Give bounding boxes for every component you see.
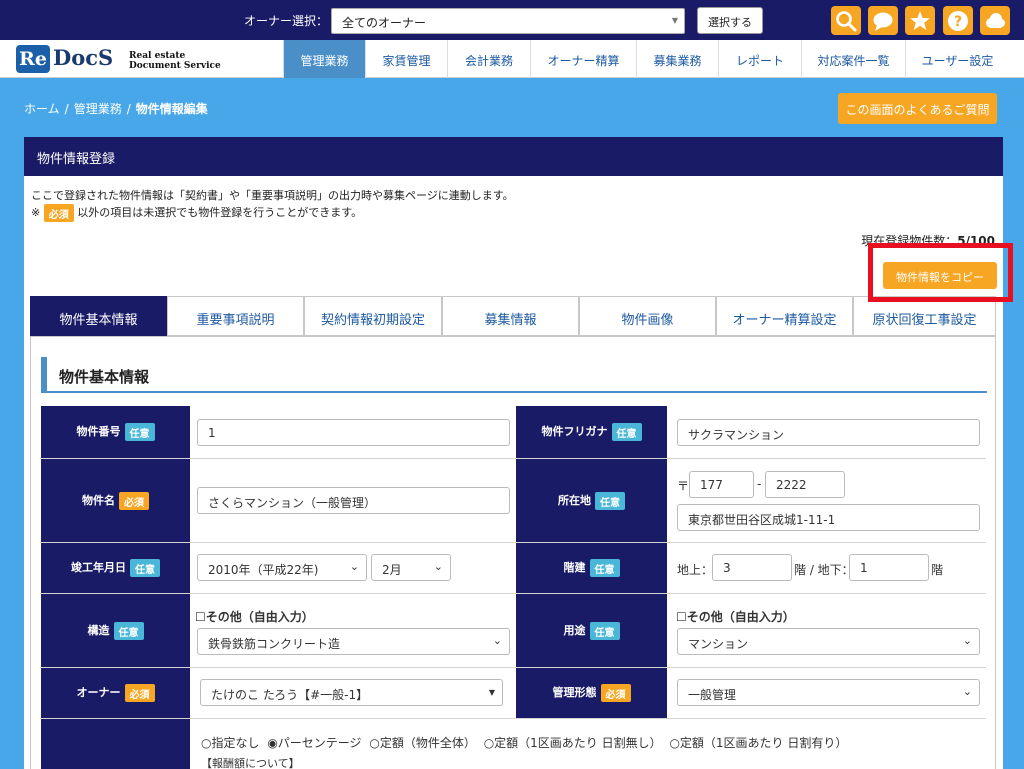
breadcrumb: ホーム / 管理業務 / 物件情報編集 [24, 102, 208, 116]
main-nav: Re DocS Real estate Document Service 管理業… [0, 40, 1024, 78]
label-built-date: 竣工年月日 任意 [41, 543, 190, 593]
postal-code-1-input[interactable]: 177 [689, 471, 754, 498]
section-title: 物件基本情報 [41, 357, 987, 393]
fee-note: 【報酬額について】 [201, 757, 300, 769]
chevron-down-icon: ⌄ [349, 560, 359, 573]
property-name-input[interactable]: さくらマンション（一般管理） [197, 487, 510, 514]
radio-fixed-total[interactable]: ○定額（物件全体） [369, 736, 475, 750]
chevron-down-icon: ▼ [671, 16, 678, 25]
owner-select[interactable]: 全てのオーナー ▼ [331, 8, 685, 34]
panel-note: ※ 必須 以外の項目は未選択でも物件登録を行うことができます。 [31, 204, 363, 222]
floors-below-input[interactable]: 1 [849, 554, 929, 581]
built-year-select[interactable]: 2010年（平成22年) ⌄ [197, 554, 367, 581]
postal-code-2-input[interactable]: 2222 [765, 471, 845, 498]
floors-above-label: 地上： [677, 563, 714, 577]
floors-below-label: 階 / 地下： [794, 563, 854, 577]
logo-docs: DocS [53, 45, 114, 70]
nav-tab-accounting[interactable]: 会計業務 [447, 40, 530, 78]
nav-tab-recruitment[interactable]: 募集業務 [636, 40, 718, 78]
property-no-input[interactable]: 1 [197, 419, 510, 446]
chevron-down-icon: ▼ [488, 688, 495, 697]
breadcrumb-current: 物件情報編集 [135, 102, 208, 116]
structure-other-checkbox[interactable]: ☐その他（自由入力） [195, 608, 314, 625]
usage-other-checkbox[interactable]: ☐その他（自由入力） [676, 608, 795, 625]
cloud-icon[interactable] [980, 6, 1010, 35]
star-icon[interactable] [905, 6, 935, 35]
label-property-no: 物件番号 任意 [41, 406, 190, 458]
label-address: 所在地 任意 [516, 459, 667, 542]
search-icon[interactable] [831, 6, 861, 35]
label-property-kana: 物件フリガナ 任意 [516, 406, 667, 458]
owner-select-button[interactable]: 選択する [697, 7, 763, 34]
tab-contract-defaults[interactable]: 契約情報初期設定 [304, 296, 442, 336]
tab-restoration[interactable]: 原状回復工事設定 [853, 296, 996, 336]
management-type-select[interactable]: 一般管理 ⌄ [677, 679, 980, 706]
chat-icon[interactable] [868, 6, 898, 35]
built-month-select[interactable]: 2月 ⌄ [371, 554, 451, 581]
floors-suffix: 階 [931, 563, 944, 577]
nav-tab-report[interactable]: レポート [718, 40, 801, 78]
tab-owner-settlement[interactable]: オーナー精算設定 [716, 296, 853, 336]
chevron-down-icon: ⌄ [492, 634, 502, 647]
postal-mark: 〒 [677, 479, 690, 493]
nav-tab-user-settings[interactable]: ユーザー設定 [905, 40, 1009, 78]
owner-select-label: オーナー選択： [244, 14, 329, 28]
nav-tab-owner-settlement[interactable]: オーナー精算 [530, 40, 636, 78]
owner-select-value: 全てのオーナー [342, 16, 427, 30]
nav-tab-rent[interactable]: 家賃管理 [365, 40, 447, 78]
help-icon[interactable]: ? [943, 6, 973, 35]
floors-above-input[interactable]: 3 [712, 554, 792, 581]
logo-subtitle: Real estate Document Service [129, 51, 221, 71]
radio-fixed-unit-no-prorate[interactable]: ○定額（1区画あたり 日割無し） [484, 736, 662, 750]
nav-tab-cases[interactable]: 対応案件一覧 [801, 40, 905, 78]
radio-percentage[interactable]: ◉パーセンテージ [267, 736, 361, 750]
svg-text:?: ? [954, 14, 962, 30]
top-bar: オーナー選択： 全てのオーナー ▼ 選択する ? [0, 0, 1024, 40]
chevron-down-icon: ⌄ [962, 634, 972, 647]
chevron-down-icon: ⌄ [962, 685, 972, 698]
usage-select[interactable]: マンション ⌄ [677, 628, 980, 655]
highlight-box [868, 243, 1013, 302]
tab-important-matters[interactable]: 重要事項説明 [167, 296, 304, 336]
radio-fixed-unit-prorate[interactable]: ○定額（1区画あたり 日割有り） [669, 736, 847, 750]
fee-type-radios[interactable]: ○指定なし ◉パーセンテージ ○定額（物件全体） ○定額（1区画あたり 日割無し… [201, 734, 847, 751]
required-badge: 必須 [43, 204, 74, 222]
tab-property-images[interactable]: 物件画像 [579, 296, 716, 336]
property-kana-input[interactable]: サクラマンション [677, 419, 980, 446]
postal-dash: - [757, 477, 762, 491]
label-floors: 階建 任意 [516, 543, 667, 593]
panel-title: 物件情報登録 [24, 137, 1003, 176]
nav-tab-management[interactable]: 管理業務 [283, 40, 365, 78]
logo-re: Re [16, 45, 50, 73]
label-structure: 構造 任意 [41, 594, 190, 667]
label-property-name: 物件名 必須 [41, 459, 190, 542]
panel-description: ここで登録された物件情報は「契約書」や「重要事項説明」の出力時や募集ページに連動… [31, 189, 514, 202]
tab-recruitment-info[interactable]: 募集情報 [442, 296, 579, 336]
tab-basic-info[interactable]: 物件基本情報 [30, 296, 167, 336]
label-management-type: 管理形態 必須 [516, 668, 667, 718]
address-input[interactable]: 東京都世田谷区成城1-11-1 [677, 504, 980, 531]
radio-none[interactable]: ○指定なし [201, 736, 259, 750]
owner-select[interactable]: たけのこ たろう【#一般-1】 ▼ [200, 679, 503, 706]
structure-select[interactable]: 鉄骨鉄筋コンクリート造 ⌄ [197, 628, 510, 655]
label-owner: オーナー 必須 [41, 668, 190, 718]
label-usage: 用途 任意 [516, 594, 667, 667]
breadcrumb-home[interactable]: ホーム [24, 102, 60, 116]
chevron-down-icon: ⌄ [433, 560, 443, 573]
label-fee [41, 719, 190, 769]
breadcrumb-management[interactable]: 管理業務 [74, 102, 122, 116]
faq-button[interactable]: この画面のよくあるご質問 [838, 93, 997, 124]
